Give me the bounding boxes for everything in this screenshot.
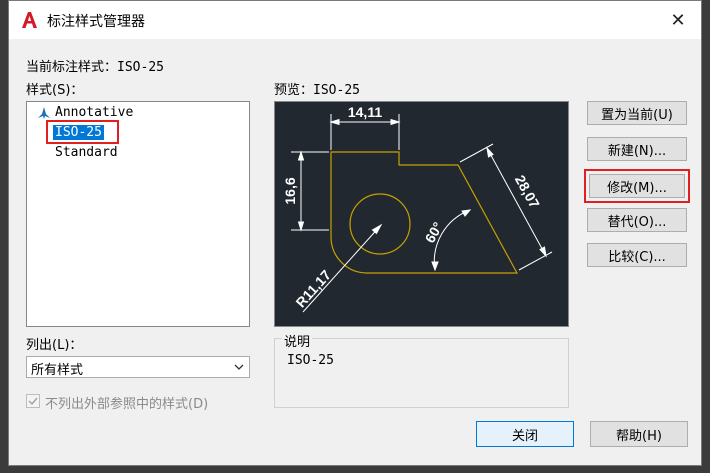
description-value: ISO-25 [287,353,334,368]
dimension-style-manager-dialog: 标注样式管理器 ✕ 当前标注样式：ISO-25 样式(S)： Annotativ… [8,0,702,466]
description-group: ISO-25 [274,338,569,408]
list-filter-label: 列出(L)： [26,338,83,353]
dim-diagonal-label: 28,07 [512,172,543,211]
set-current-button[interactable]: 置为当前(U) [587,101,687,125]
window-title: 标注样式管理器 [47,14,145,30]
list-item-annotative[interactable]: Annotative [55,105,133,120]
description-label: 说明 [282,331,313,350]
list-filter-value: 所有样式 [31,363,84,378]
new-button[interactable]: 新建(N)... [587,137,687,161]
chevron-down-icon [234,364,244,370]
dim-angle-label: 60° [421,219,445,245]
dim-height-label: 16,6 [282,177,298,204]
check-icon [28,397,38,406]
title-bar: 标注样式管理器 ✕ [9,1,701,39]
styles-label: 样式(S)： [26,83,84,98]
compare-button[interactable]: 比较(C)... [587,243,687,267]
close-button[interactable]: 关闭 [476,421,574,447]
help-button[interactable]: 帮助(H) [590,421,688,447]
list-item-standard[interactable]: Standard [55,145,118,160]
autocad-logo-icon [22,12,37,28]
dim-radius-label: R11,17 [292,267,334,311]
highlight-box-modify [584,169,690,203]
close-window-icon[interactable]: ✕ [655,1,701,39]
current-style-value: ISO-25 [117,60,164,75]
exclude-xref-checkbox[interactable] [26,394,40,408]
current-style-label: 当前标注样式：ISO-25 [26,60,164,75]
annotative-icon [38,107,50,119]
preview-canvas: 14,11 16,6 28,07 60° R11,17 [274,101,569,327]
preview-geometry [330,151,519,274]
preview-label: 预览：ISO-25 [274,83,360,98]
list-filter-select[interactable]: 所有样式 [26,356,250,378]
override-button[interactable]: 替代(O)... [587,208,687,232]
preview-circle [349,193,411,255]
dim-width-label: 14,11 [348,104,382,120]
dimension-preview-drawing: 14,11 16,6 28,07 60° R11,17 [282,104,553,313]
highlight-box-iso-25 [46,120,119,144]
exclude-xref-label: 不列出外部参照中的样式(D) [45,397,209,412]
